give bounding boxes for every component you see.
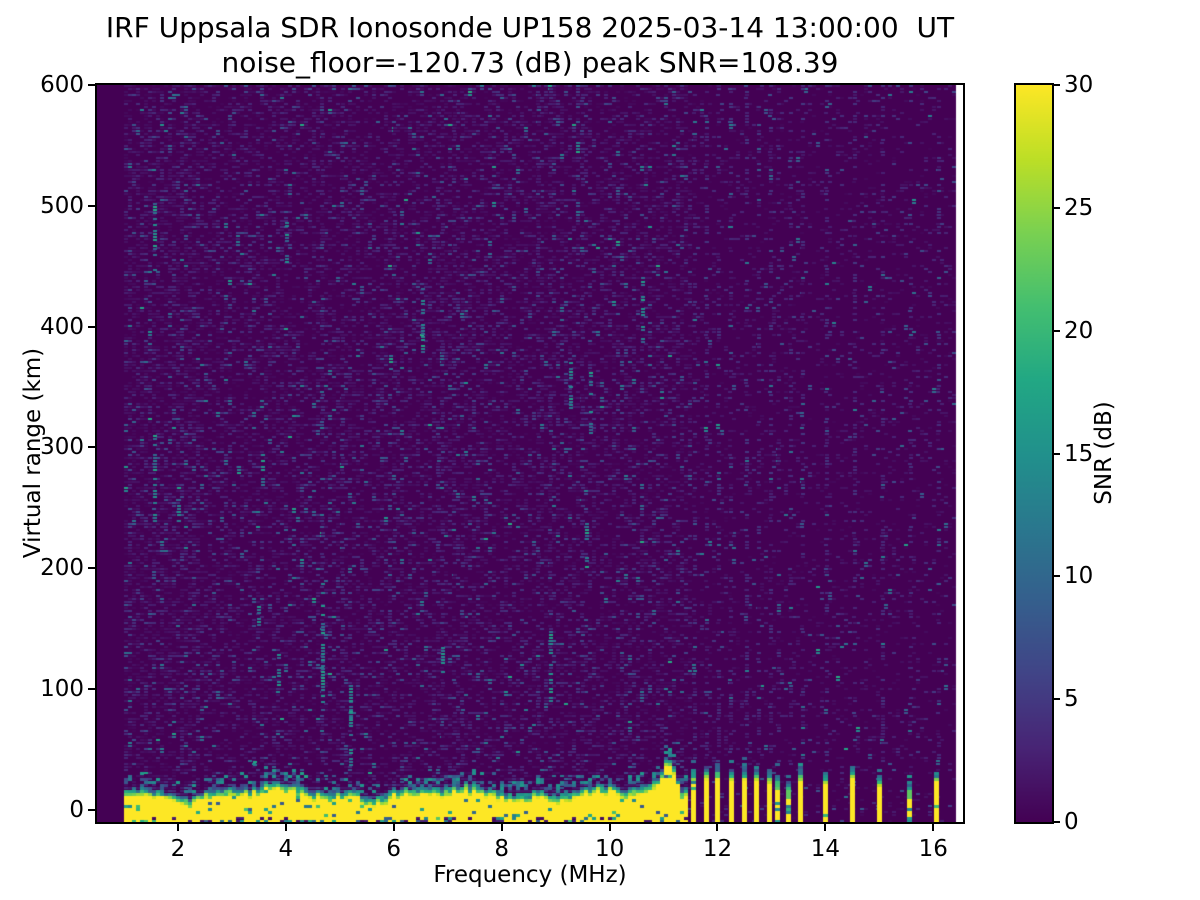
y-tick-mark — [88, 446, 95, 449]
x-tick-label: 8 — [494, 836, 509, 862]
ionogram-figure: IRF Uppsala SDR Ionosonde UP158 2025-03-… — [0, 0, 1200, 900]
colorbar-tick-label: 20 — [1064, 317, 1094, 344]
ionogram-heatmap-canvas — [97, 85, 963, 822]
y-tick-mark — [88, 84, 95, 86]
y-axis-label: Virtual range (km) — [20, 347, 46, 559]
colorbar-tick-mark — [1054, 206, 1060, 209]
y-tick-label: 100 — [40, 676, 84, 703]
x-tick-label: 14 — [810, 836, 841, 862]
x-tick-mark — [284, 824, 287, 831]
x-tick-mark — [500, 824, 503, 831]
x-tick-mark — [608, 824, 611, 831]
x-tick-label: 16 — [918, 836, 948, 862]
colorbar-tick-label: 25 — [1064, 194, 1094, 221]
chart-title: IRF Uppsala SDR Ionosonde UP158 2025-03-… — [105, 11, 955, 44]
plot-area — [95, 83, 965, 824]
colorbar-gradient-canvas — [1016, 85, 1052, 822]
chart-subtitle: noise_floor=-120.73 (dB) peak SNR=108.39 — [221, 46, 839, 79]
x-tick-label: 6 — [386, 836, 402, 862]
y-tick-mark — [88, 567, 95, 570]
x-tick-mark — [392, 824, 395, 831]
colorbar-tick-label: 30 — [1064, 72, 1094, 98]
colorbar — [1014, 83, 1054, 824]
x-tick-label: 10 — [594, 836, 625, 862]
x-tick-mark — [824, 824, 827, 831]
y-tick-label: 400 — [40, 313, 84, 340]
y-tick-label: 0 — [69, 796, 84, 823]
x-tick-label: 4 — [278, 836, 294, 862]
y-tick-mark — [88, 808, 95, 811]
x-tick-label: 2 — [170, 836, 186, 862]
colorbar-tick-mark — [1054, 452, 1060, 455]
x-tick-mark — [716, 824, 719, 831]
x-tick-label: 12 — [702, 836, 733, 862]
y-tick-label: 500 — [40, 192, 84, 219]
colorbar-tick-mark — [1054, 575, 1060, 578]
colorbar-tick-mark — [1054, 698, 1060, 701]
colorbar-tick-label: 5 — [1064, 686, 1079, 713]
colorbar-tick-label: 0 — [1064, 809, 1079, 835]
colorbar-tick-label: 10 — [1064, 563, 1094, 590]
x-tick-mark — [932, 824, 935, 831]
colorbar-tick-mark — [1054, 84, 1060, 86]
x-axis-label: Frequency (MHz) — [433, 862, 627, 888]
y-tick-label: 200 — [40, 555, 84, 582]
y-tick-mark — [88, 204, 95, 207]
y-tick-mark — [88, 688, 95, 691]
colorbar-tick-mark — [1054, 329, 1060, 332]
y-tick-label: 600 — [40, 72, 84, 98]
x-tick-mark — [176, 824, 179, 831]
colorbar-tick-mark — [1054, 821, 1060, 823]
colorbar-label: SNR (dB) — [1091, 401, 1117, 505]
y-tick-mark — [88, 325, 95, 328]
